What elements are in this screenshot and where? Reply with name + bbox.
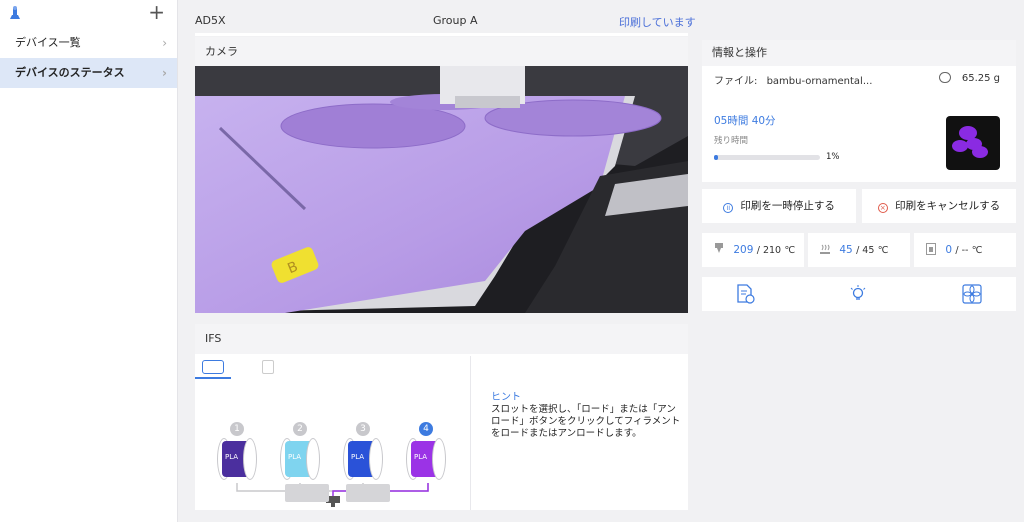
cancel-print-button[interactable]: × 印刷をキャンセルする xyxy=(862,189,1016,223)
sidebar: + デバイス一覧 › デバイスのステータス › xyxy=(0,0,178,522)
fan-icon[interactable] xyxy=(962,284,982,304)
chamber-icon xyxy=(926,243,936,255)
weight-icon xyxy=(938,72,951,83)
camera-feed[interactable]: B xyxy=(195,66,688,313)
nozzle-target: / 210 xyxy=(756,245,782,256)
remaining-time: 05時間 40分 xyxy=(714,115,776,127)
bed-unit: ℃ xyxy=(877,245,889,256)
chevron-right-icon: › xyxy=(162,36,167,50)
pause-print-button[interactable]: ॥ 印刷を一時停止する xyxy=(702,189,856,223)
hint-box: ヒント スロットを選択し、「ロード」または「アンロード」ボタンをクリックしてフィ… xyxy=(491,388,681,440)
camera-panel: カメラ B xyxy=(195,37,688,313)
device-header: AD5X Group A 印刷しています xyxy=(178,0,1024,34)
chamber-target: / -- xyxy=(955,245,969,256)
bed-icon xyxy=(820,244,830,254)
sidebar-top: + xyxy=(0,0,177,28)
filament-weight: 65.25 g xyxy=(938,72,1000,84)
header-divider xyxy=(195,33,688,36)
progress-percent: 1% xyxy=(826,152,840,162)
model-thumbnail xyxy=(946,116,1000,170)
sidebar-item-label: デバイス一覧 xyxy=(15,36,81,49)
sidebar-item-device-list[interactable]: デバイス一覧 › xyxy=(0,28,177,58)
load-button[interactable] xyxy=(285,484,329,502)
nozzle-temp[interactable]: 209 / 210 ℃ xyxy=(702,233,804,267)
ifs-body: 1 PLA 2 PLA 3 PLA 4 PLA ヒント スロットを選択し、「ロー… xyxy=(195,356,688,510)
bed-target: / 45 xyxy=(856,245,875,256)
device-name: AD5X xyxy=(195,14,226,27)
ifs-divider xyxy=(470,356,471,510)
progress-bar xyxy=(714,155,820,160)
file-label: ファイル: xyxy=(714,76,758,87)
remaining-label: 残り時間 xyxy=(714,136,749,146)
device-group: Group A xyxy=(433,14,478,27)
sidebar-item-label: デバイスのステータス xyxy=(15,66,125,79)
sidebar-item-device-status[interactable]: デバイスのステータス › xyxy=(0,58,177,88)
cancel-icon: × xyxy=(877,203,888,213)
file-row: ファイル: bambu-ornamental... xyxy=(714,72,872,87)
logo-icon xyxy=(10,6,20,19)
chamber-current: 0 xyxy=(945,244,953,256)
ifs-panel: IFS 1 PLA 2 PLA 3 PLA 4 PLA ヒント スロットを選択し… xyxy=(195,324,688,510)
bed-temp[interactable]: 45 / 45 ℃ xyxy=(808,233,910,267)
add-device-button[interactable]: + xyxy=(148,2,165,22)
filament-paths xyxy=(236,483,429,507)
info-panel: 情報と操作 ファイル: bambu-ornamental... 65.25 g … xyxy=(702,40,1016,182)
nozzle-icon xyxy=(715,243,723,253)
cancel-label: 印刷をキャンセルする xyxy=(895,200,1001,212)
pause-label: 印刷を一時停止する xyxy=(740,200,835,212)
camera-image: B xyxy=(195,66,688,313)
unload-button[interactable] xyxy=(346,484,390,502)
hint-title: ヒント xyxy=(491,392,521,403)
pause-icon: ॥ xyxy=(723,203,734,213)
file-info-icon[interactable] xyxy=(735,284,755,304)
hint-text: スロットを選択し、「ロード」または「アンロード」ボタンをクリックしてフィラメント… xyxy=(491,404,681,439)
camera-title: カメラ xyxy=(195,37,688,67)
print-status: 印刷しています xyxy=(619,16,696,29)
chamber-temp[interactable]: 0 / -- ℃ xyxy=(914,233,1016,267)
tool-bar xyxy=(702,277,1016,311)
progress-fill xyxy=(714,155,718,160)
light-icon[interactable] xyxy=(848,284,868,304)
weight-value: 65.25 g xyxy=(961,73,1000,84)
chamber-unit: ℃ xyxy=(971,245,983,256)
chevron-right-icon: › xyxy=(162,66,167,80)
nozzle-unit: ℃ xyxy=(784,245,796,256)
ifs-title: IFS xyxy=(195,324,688,354)
info-title: 情報と操作 xyxy=(702,40,1016,66)
thumbnail-image xyxy=(952,126,988,158)
bed-current: 45 xyxy=(839,244,853,256)
file-name: bambu-ornamental... xyxy=(766,76,873,87)
nozzle-current: 209 xyxy=(733,244,754,256)
